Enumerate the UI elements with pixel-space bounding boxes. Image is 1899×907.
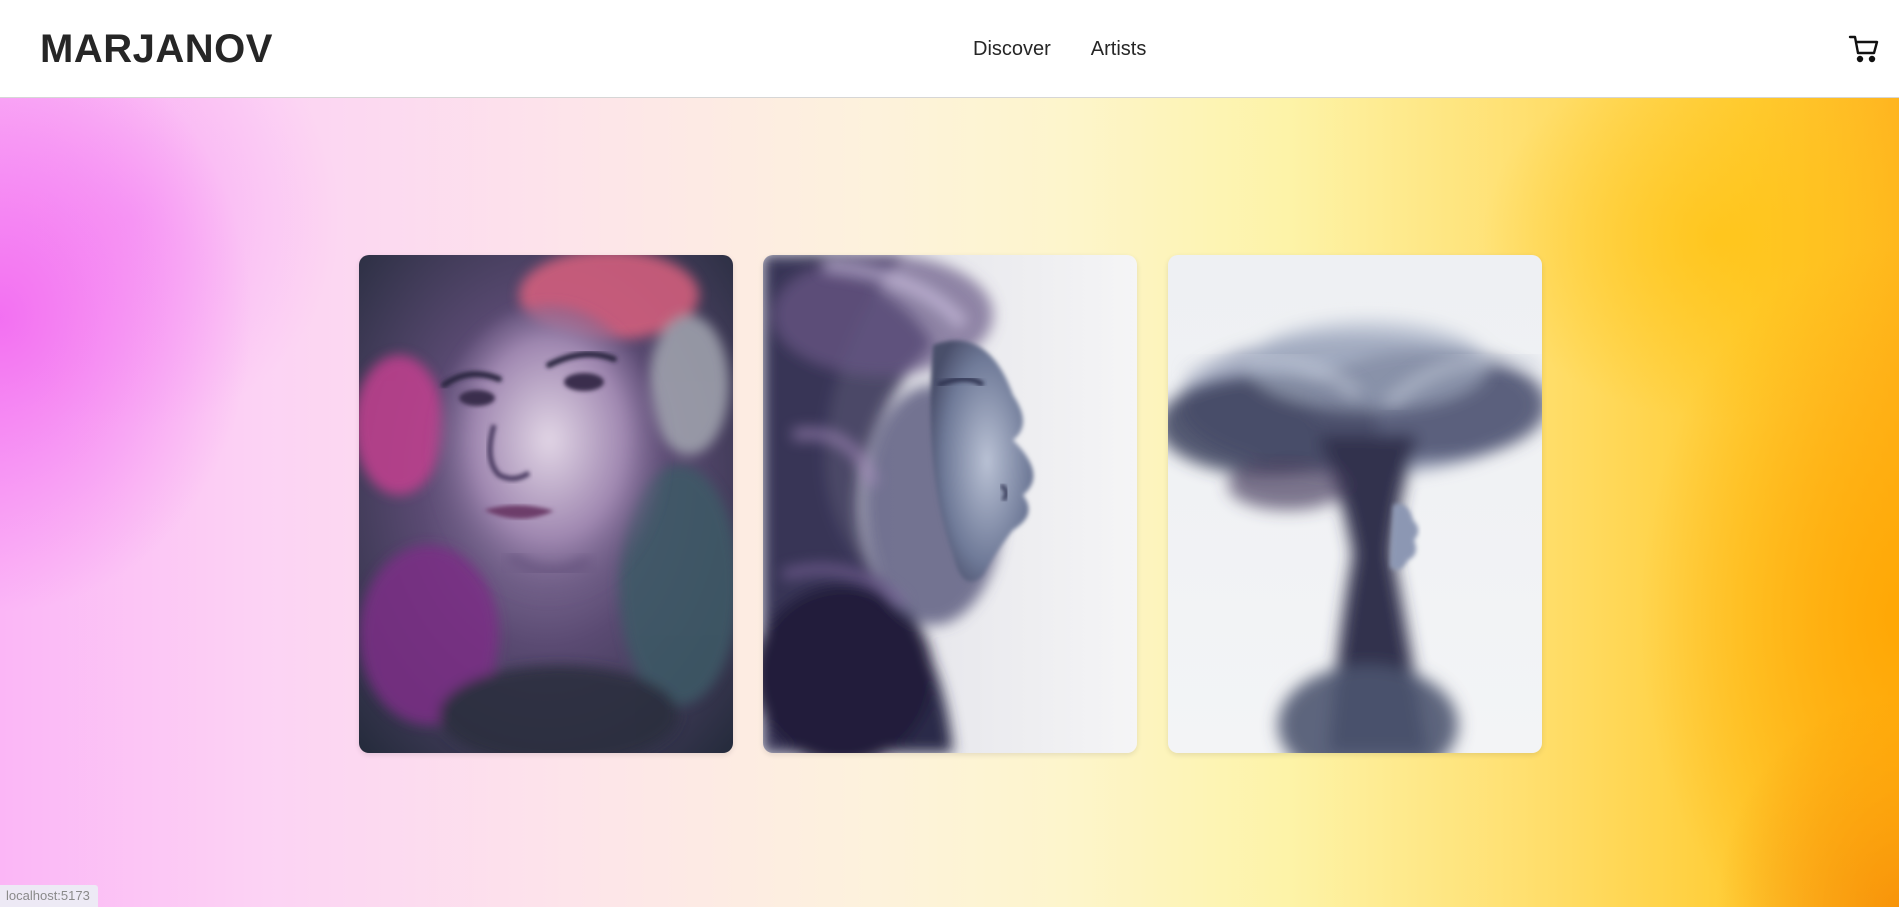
status-bar-url: localhost:5173 — [0, 885, 98, 907]
hero-gallery — [0, 98, 1899, 907]
site-logo[interactable]: MARJANOV — [40, 24, 273, 74]
shopping-cart-icon[interactable] — [1848, 33, 1880, 65]
artwork-card[interactable] — [763, 255, 1137, 753]
site-header: MARJANOV Discover Artists — [0, 0, 1899, 98]
main-nav: Discover Artists — [973, 36, 1146, 62]
nav-link-discover[interactable]: Discover — [973, 36, 1051, 62]
artwork-image-portrait — [359, 255, 733, 753]
artwork-image-smoky-figure — [1168, 255, 1542, 753]
artwork-image-profile — [763, 255, 1137, 753]
artwork-card[interactable] — [359, 255, 733, 753]
artwork-card[interactable] — [1168, 255, 1542, 753]
nav-link-artists[interactable]: Artists — [1091, 36, 1147, 62]
